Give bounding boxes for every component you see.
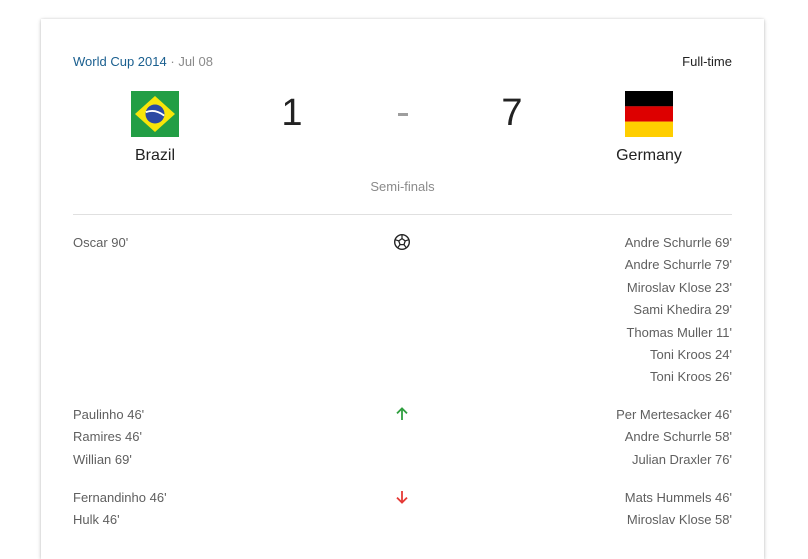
away-sub-in-item: Andre Schurrle 58' — [624, 429, 732, 445]
home-goal-item: Oscar 90' — [73, 235, 129, 250]
away-sub-in-item: Per Mertesacker 46' — [616, 407, 732, 422]
away-goal-item: Andre Schurrle 79' — [624, 257, 732, 273]
away-goal-item: Toni Kroos 24' — [650, 346, 732, 362]
away-subs-in-list: Per Mertesacker 46' Andre Schurrle 58' J… — [616, 404, 732, 471]
away-goal-item: Andre Schurrle 69' — [624, 235, 732, 250]
away-subs-out-list: Mats Hummels 46' Miroslav Klose 58' — [625, 487, 732, 532]
match-date: Jul 08 — [178, 54, 214, 69]
match-status: Full-time — [682, 54, 732, 69]
home-sub-in-item: Ramires 46' — [73, 429, 142, 445]
germany-flag-icon — [625, 91, 673, 137]
competition-link[interactable]: World Cup 2014 — [73, 54, 167, 69]
away-sub-in-item: Julian Draxler 76' — [631, 451, 732, 467]
home-sub-in-item: Willian 69' — [73, 451, 132, 467]
match-info-bar: World Cup 2014 · Jul 08 Full-time — [73, 54, 732, 74]
home-sub-in-item: Paulinho 46' — [73, 407, 145, 422]
arrow-up-icon — [396, 407, 408, 420]
home-subs-in-list: Paulinho 46' Ramires 46' Willian 69' — [73, 404, 144, 471]
arrow-down-icon — [396, 491, 408, 504]
home-sub-out-item: Fernandinho 46' — [73, 490, 167, 505]
soccer-ball-icon — [393, 233, 411, 251]
home-team[interactable]: Brazil — [85, 89, 225, 165]
home-goals-list: Oscar 90' — [73, 232, 128, 254]
away-sub-out-item: Mats Hummels 46' — [624, 490, 732, 505]
away-goal-item: Miroslav Klose 23' — [626, 279, 732, 295]
score-separator — [398, 113, 408, 116]
home-team-name: Brazil — [134, 147, 175, 164]
away-goal-item: Sami Khedira 29' — [633, 302, 732, 318]
separator-dot: · — [170, 54, 175, 69]
home-score: 1 — [281, 92, 303, 134]
away-team-name: Germany — [616, 147, 682, 164]
match-card: World Cup 2014 · Jul 08 Full-time Brazil… — [41, 19, 764, 559]
away-team[interactable]: Germany — [579, 89, 719, 165]
home-subs-out-list: Fernandinho 46' Hulk 46' — [73, 487, 167, 532]
divider — [73, 214, 732, 215]
brazil-flag-icon — [131, 91, 179, 137]
home-sub-out-item: Hulk 46' — [73, 512, 120, 528]
away-goals-list: Andre Schurrle 69' Andre Schurrle 79' Mi… — [625, 232, 732, 389]
away-goal-item: Thomas Muller 11' — [626, 324, 732, 340]
match-stage: Semi-finals — [370, 179, 435, 194]
away-goal-item: Toni Kroos 26' — [650, 369, 732, 385]
away-sub-out-item: Miroslav Klose 58' — [626, 512, 732, 528]
away-score: 7 — [501, 92, 523, 134]
